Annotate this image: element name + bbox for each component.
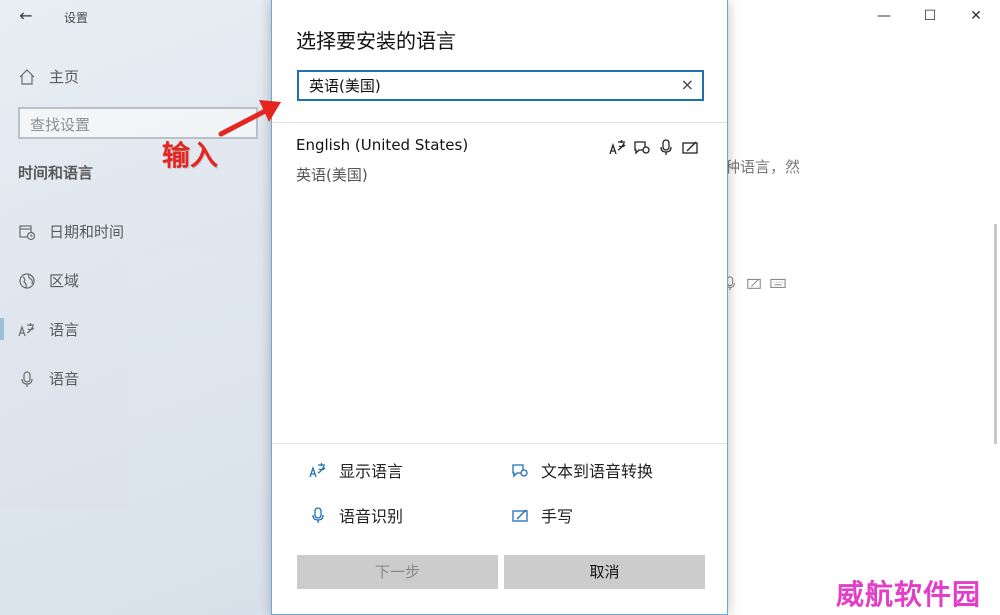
nav-item-language[interactable]: 语言 (18, 319, 79, 340)
handwriting-icon (682, 141, 698, 154)
scrollbar[interactable] (994, 224, 997, 444)
nav-home[interactable]: 主页 (18, 66, 79, 87)
clear-icon[interactable]: × (681, 75, 694, 94)
divider (272, 443, 727, 444)
language-features (609, 138, 699, 156)
speech-recognition-icon (660, 139, 672, 155)
minimize-icon[interactable]: — (876, 8, 892, 24)
microphone-icon (21, 370, 33, 387)
text-to-speech-icon (634, 141, 650, 155)
nav-item-label: 区域 (49, 272, 80, 290)
language-icon (18, 322, 35, 336)
close-icon[interactable]: ✕ (968, 8, 984, 24)
display-language-icon (609, 140, 626, 155)
annotation-arrow-icon (218, 100, 281, 137)
background-text: 种语言，然 (725, 158, 801, 176)
nav-item-date-time[interactable]: 日期和时间 (18, 221, 124, 242)
legend-text-to-speech: 文本到语音转换 (511, 458, 653, 482)
cancel-button[interactable]: 取消 (504, 555, 705, 589)
nav-home-label: 主页 (49, 68, 80, 86)
annotation-label: 输入 (162, 139, 219, 172)
nav-item-label: 语言 (49, 321, 80, 339)
calendar-clock-icon (19, 224, 36, 240)
maximize-icon[interactable]: ☐ (922, 8, 938, 24)
text-to-speech-icon (512, 464, 528, 478)
legend-speech-recognition: 语音识别 (309, 503, 403, 527)
legend-label: 文本到语音转换 (541, 462, 654, 481)
nav-item-speech[interactable]: 语音 (18, 368, 79, 389)
language-search-box[interactable]: × (297, 70, 704, 101)
app-title: 设置 (64, 11, 89, 25)
dialog-title: 选择要安装的语言 (296, 29, 456, 53)
handwriting-icon (747, 278, 761, 289)
language-native-name: 英语(美国) (296, 166, 368, 184)
legend-display-language: 显示语言 (309, 458, 403, 482)
display-language-icon (309, 463, 326, 478)
language-name: English (United States) (296, 136, 469, 154)
section-title: 时间和语言 (18, 164, 94, 182)
choose-language-dialog: 选择要安装的语言 × English (United States) 英语(美国… (271, 0, 728, 615)
nav-item-label: 日期和时间 (49, 223, 125, 241)
divider (272, 122, 727, 123)
speech-recognition-icon (312, 507, 324, 523)
background-feature-icons (722, 274, 786, 292)
legend-label: 语音识别 (339, 507, 404, 526)
legend-label: 显示语言 (339, 462, 404, 481)
language-search-input[interactable] (299, 72, 659, 99)
nav-item-region[interactable]: 区域 (18, 270, 79, 291)
handwriting-icon (512, 509, 528, 522)
nav-item-label: 语音 (49, 370, 80, 388)
active-indicator (0, 318, 4, 340)
globe-icon (19, 272, 35, 289)
legend-handwriting: 手写 (511, 503, 573, 527)
watermark-logo: 威航软件园 (836, 578, 982, 611)
list-item[interactable]: English (United States) 英语(美国) (272, 124, 727, 194)
keyboard-icon (770, 278, 786, 288)
back-arrow-icon[interactable]: ← (16, 6, 36, 25)
home-icon (19, 68, 35, 85)
next-button[interactable]: 下一步 (297, 555, 498, 589)
legend-label: 手写 (541, 507, 574, 526)
